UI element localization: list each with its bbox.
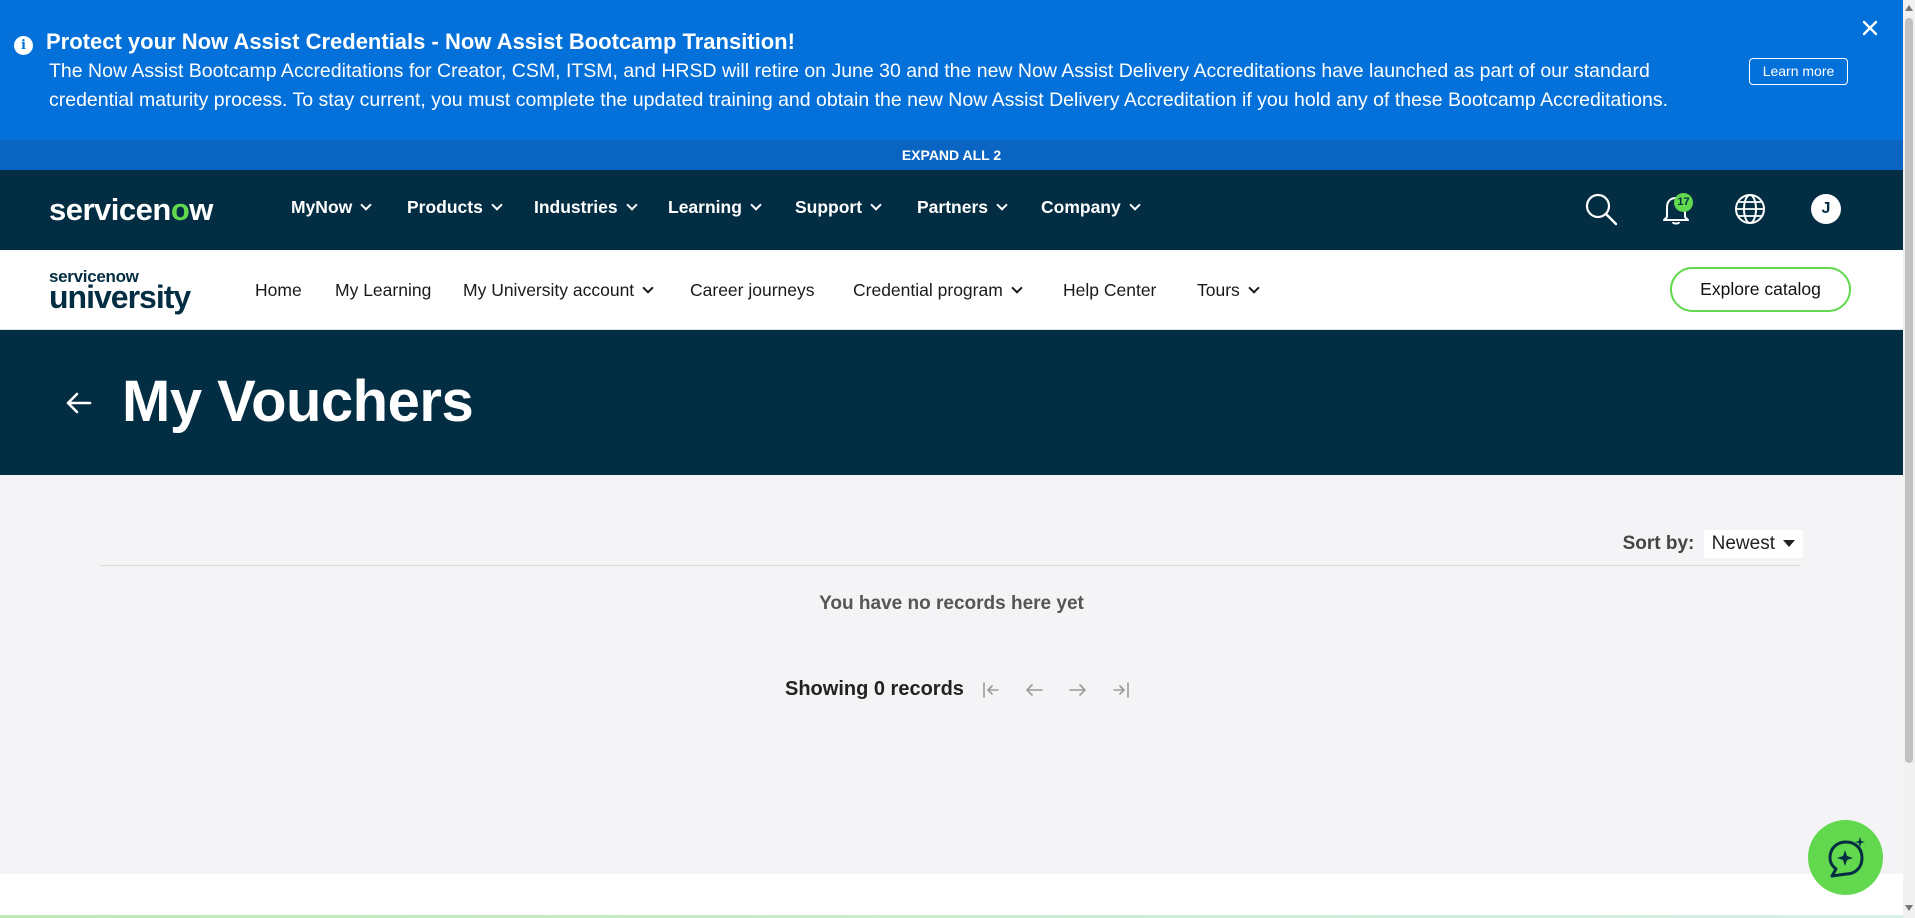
explore-catalog-button[interactable]: Explore catalog — [1670, 267, 1851, 312]
chevron-down-icon — [1248, 282, 1260, 294]
sort-control: Sort by: Newest — [1623, 530, 1803, 564]
subnav-item-career-journeys[interactable]: Career journeys — [690, 280, 815, 301]
subnav-item-tours[interactable]: Tours — [1197, 280, 1260, 301]
chevron-down-icon — [1129, 199, 1141, 211]
chevron-down-icon — [625, 199, 638, 211]
page-header: My Vouchers — [0, 330, 1903, 475]
vertical-scrollbar[interactable] — [1903, 0, 1915, 918]
primary-nav: servicenow MyNow Products Industries Lea… — [0, 170, 1903, 250]
subnav-item-credential-program[interactable]: Credential program — [853, 280, 1023, 301]
scroll-thumb[interactable] — [1905, 18, 1913, 763]
chevron-down-icon — [360, 199, 372, 211]
page-footer-edge — [0, 874, 1903, 918]
user-avatar[interactable]: J — [1811, 194, 1841, 224]
ai-chat-icon — [1828, 837, 1865, 878]
scroll-down-arrow[interactable] — [1905, 905, 1913, 911]
nav-item-partners[interactable]: Partners — [917, 197, 1008, 218]
learn-more-button[interactable]: Learn more — [1749, 58, 1848, 85]
prev-page-icon[interactable] — [1023, 679, 1045, 701]
vouchers-content: Sort by: Newest You have no records here… — [0, 475, 1903, 874]
page-title: My Vouchers — [122, 369, 474, 434]
search-icon[interactable] — [1583, 191, 1619, 227]
chevron-down-icon — [870, 199, 882, 211]
nav-item-support[interactable]: Support — [795, 197, 882, 218]
globe-icon[interactable] — [1732, 191, 1768, 227]
notification-badge: 17 — [1674, 193, 1693, 212]
chevron-down-icon — [491, 199, 503, 211]
announcement-banner: i Protect your Now Assist Credentials - … — [0, 0, 1903, 140]
scroll-up-arrow[interactable] — [1905, 5, 1913, 11]
chevron-down-icon — [642, 282, 654, 294]
chevron-down-icon — [1011, 282, 1023, 294]
banner-title: Protect your Now Assist Credentials - No… — [46, 29, 795, 54]
nav-item-learning[interactable]: Learning — [668, 197, 762, 218]
nav-item-mynow[interactable]: MyNow — [291, 197, 372, 218]
sort-label: Sort by: — [1622, 533, 1695, 554]
last-page-icon[interactable] — [1110, 679, 1132, 701]
pagination: Showing 0 records — [785, 678, 1132, 701]
nav-item-products[interactable]: Products — [407, 197, 503, 218]
record-count: Showing 0 records — [785, 678, 964, 700]
empty-state-message: You have no records here yet — [819, 593, 1084, 614]
nav-item-company[interactable]: Company — [1041, 197, 1141, 218]
close-icon[interactable] — [1856, 14, 1884, 42]
subnav-item-home[interactable]: Home — [255, 280, 302, 301]
chevron-down-icon — [996, 199, 1008, 211]
banner-message: The Now Assist Bootcamp Accreditations f… — [49, 60, 1668, 111]
subnav-item-my-university-account[interactable]: My University account — [463, 280, 654, 301]
sort-select[interactable]: Newest — [1703, 530, 1803, 558]
info-icon: i — [14, 36, 33, 55]
servicenow-logo[interactable]: servicenow — [49, 192, 213, 228]
subnav-item-my-learning[interactable]: My Learning — [335, 280, 431, 301]
servicenow-university-logo[interactable]: servicenow university — [49, 268, 191, 313]
chevron-down-icon — [750, 199, 762, 211]
ai-chat-button[interactable] — [1808, 820, 1883, 895]
next-page-icon[interactable] — [1067, 679, 1089, 701]
expand-all-button[interactable]: EXPAND ALL 2 — [0, 140, 1903, 170]
university-nav: servicenow university Home My Learning M… — [0, 250, 1903, 330]
divider — [100, 565, 1801, 566]
back-arrow-icon[interactable] — [62, 386, 96, 420]
first-page-icon[interactable] — [980, 679, 1002, 701]
subnav-item-help-center[interactable]: Help Center — [1063, 280, 1156, 301]
nav-item-industries[interactable]: Industries — [534, 197, 638, 218]
caret-down-icon — [1783, 540, 1795, 547]
